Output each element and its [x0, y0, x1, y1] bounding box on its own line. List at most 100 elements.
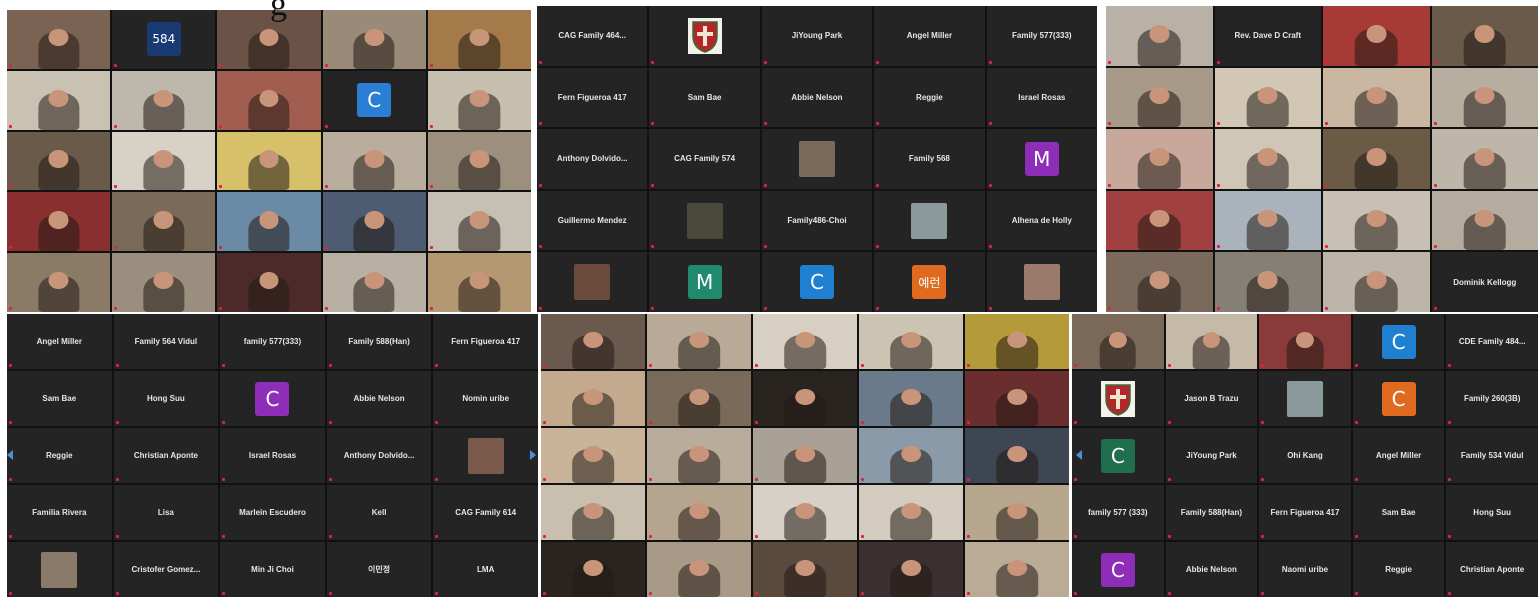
participant-tile[interactable]	[1106, 6, 1213, 66]
participant-tile[interactable]	[1431, 190, 1538, 251]
next-page-arrow-icon[interactable]	[530, 450, 536, 460]
participant-tile[interactable]	[647, 371, 751, 426]
participant-tile[interactable]	[541, 485, 645, 540]
participant-tile[interactable]: C	[1352, 314, 1445, 369]
participant-tile[interactable]: Angel Miller	[1352, 428, 1445, 483]
participant-tile[interactable]	[217, 192, 321, 252]
participant-tile[interactable]: 584	[112, 10, 216, 69]
participant-tile[interactable]: family 577(333)	[220, 314, 325, 369]
participant-tile[interactable]: Naomi uribe	[1259, 542, 1351, 597]
participant-tile[interactable]	[427, 253, 531, 312]
participant-tile[interactable]	[112, 70, 216, 130]
participant-tile[interactable]: M	[986, 129, 1097, 189]
participant-tile[interactable]: JiYoung Park	[761, 6, 873, 66]
participant-tile[interactable]: Sam Bae	[649, 67, 760, 128]
participant-tile[interactable]: Family 577(333)	[986, 6, 1097, 66]
participant-tile[interactable]: CAG Family 464...	[537, 6, 648, 66]
participant-tile[interactable]	[322, 253, 426, 312]
participant-tile[interactable]	[647, 542, 751, 597]
participant-tile[interactable]: Jason B Trazu	[1165, 371, 1258, 426]
participant-tile[interactable]	[1214, 252, 1321, 312]
participant-tile[interactable]	[965, 542, 1069, 597]
participant-tile[interactable]	[433, 428, 538, 483]
participant-tile[interactable]	[322, 131, 426, 191]
participant-tile[interactable]	[112, 131, 216, 191]
participant-tile[interactable]: CDE Family 484...	[1446, 314, 1538, 369]
participant-tile[interactable]: Family 564 Vidul	[113, 314, 219, 369]
participant-tile[interactable]: Sam Bae	[7, 371, 112, 426]
participant-tile[interactable]: Israel Rosas	[220, 428, 325, 483]
participant-tile[interactable]	[965, 428, 1069, 483]
participant-tile[interactable]	[753, 428, 857, 483]
participant-tile[interactable]	[859, 542, 963, 597]
participant-tile[interactable]: Anthony Dolvido...	[326, 428, 432, 483]
participant-tile[interactable]: C	[1072, 428, 1164, 483]
participant-tile[interactable]	[322, 10, 426, 69]
participant-tile[interactable]	[1106, 252, 1213, 312]
participant-tile[interactable]	[7, 70, 111, 130]
participant-tile[interactable]	[217, 70, 321, 130]
participant-tile[interactable]: Family486-Choi	[761, 190, 873, 251]
participant-tile[interactable]	[1431, 6, 1538, 66]
participant-tile[interactable]: Israel Rosas	[986, 67, 1097, 128]
participant-tile[interactable]: 예런	[874, 252, 985, 312]
participant-tile[interactable]: family 577 (333)	[1072, 485, 1164, 540]
participant-tile[interactable]	[1431, 67, 1538, 128]
participant-tile[interactable]: Fern Figueroa 417	[537, 67, 648, 128]
participant-tile[interactable]: Cristofer Gomez...	[113, 542, 219, 597]
participant-tile[interactable]: Marlein Escudero	[220, 485, 325, 540]
participant-tile[interactable]	[1214, 190, 1321, 251]
participant-tile[interactable]	[649, 190, 760, 251]
participant-tile[interactable]: Abbie Nelson	[326, 371, 432, 426]
participant-tile[interactable]: C	[1352, 371, 1445, 426]
participant-tile[interactable]: Alhena de Holly	[986, 190, 1097, 251]
participant-tile[interactable]	[1323, 129, 1430, 189]
participant-tile[interactable]	[859, 485, 963, 540]
participant-tile[interactable]	[874, 190, 985, 251]
participant-tile[interactable]: Christian Aponte	[113, 428, 219, 483]
participant-tile[interactable]: 이민정	[326, 542, 432, 597]
previous-page-arrow-icon[interactable]	[1076, 450, 1082, 460]
participant-tile[interactable]: Abbie Nelson	[1165, 542, 1258, 597]
participant-tile[interactable]: C	[322, 70, 426, 130]
participant-tile[interactable]	[427, 192, 531, 252]
participant-tile[interactable]: Dominik Kellogg	[1431, 252, 1538, 312]
participant-tile[interactable]	[647, 314, 751, 369]
participant-tile[interactable]: C	[761, 252, 873, 312]
participant-tile[interactable]	[965, 314, 1069, 369]
participant-tile[interactable]	[753, 371, 857, 426]
participant-tile[interactable]: Family 568	[874, 129, 985, 189]
participant-tile[interactable]	[647, 428, 751, 483]
participant-tile[interactable]	[1323, 67, 1430, 128]
participant-tile[interactable]	[427, 70, 531, 130]
participant-tile[interactable]: LMA	[433, 542, 538, 597]
participant-tile[interactable]	[1106, 190, 1213, 251]
participant-tile[interactable]: Rev. Dave D Craft	[1214, 6, 1321, 66]
participant-tile[interactable]: Family 588(Han)	[326, 314, 432, 369]
participant-tile[interactable]: Ohi Kang	[1259, 428, 1351, 483]
participant-tile[interactable]	[1323, 190, 1430, 251]
participant-tile[interactable]: Familia Rivera	[7, 485, 112, 540]
participant-tile[interactable]: M	[649, 252, 760, 312]
participant-tile[interactable]	[761, 129, 873, 189]
participant-tile[interactable]	[541, 542, 645, 597]
participant-tile[interactable]	[112, 192, 216, 252]
participant-tile[interactable]: Hong Suu	[1446, 485, 1538, 540]
participant-tile[interactable]	[1106, 129, 1213, 189]
participant-tile[interactable]	[965, 371, 1069, 426]
participant-tile[interactable]: Sam Bae	[1352, 485, 1445, 540]
participant-tile[interactable]	[1259, 371, 1351, 426]
participant-tile[interactable]	[541, 428, 645, 483]
participant-tile[interactable]: Fern Figueroa 417	[433, 314, 538, 369]
participant-tile[interactable]	[753, 314, 857, 369]
participant-tile[interactable]	[1259, 314, 1351, 369]
participant-tile[interactable]	[7, 10, 111, 69]
participant-tile[interactable]	[1072, 371, 1164, 426]
participant-tile[interactable]	[986, 252, 1097, 312]
previous-page-arrow-icon[interactable]	[7, 450, 13, 460]
participant-tile[interactable]	[217, 253, 321, 312]
participant-tile[interactable]	[217, 131, 321, 191]
participant-tile[interactable]: C	[220, 371, 325, 426]
participant-tile[interactable]: Family 588(Han)	[1165, 485, 1258, 540]
participant-tile[interactable]	[217, 10, 321, 69]
